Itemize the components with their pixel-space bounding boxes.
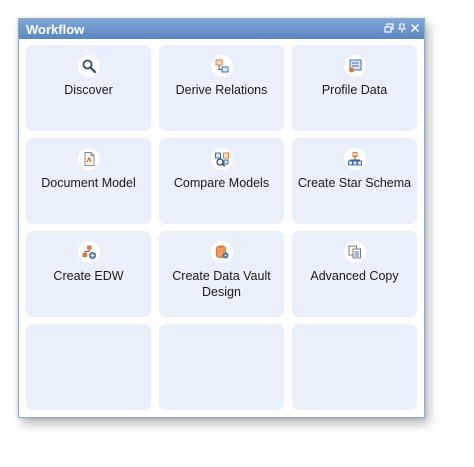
star-schema-icon	[344, 148, 366, 170]
restore-icon[interactable]	[384, 23, 394, 33]
workflow-panel: Workflow Discover Derive Relations Profi…	[18, 18, 425, 418]
create-edw-icon	[78, 241, 100, 263]
pin-icon[interactable]	[397, 23, 407, 33]
tile-label: Create Star Schema	[297, 176, 412, 190]
tile-discover[interactable]: Discover	[26, 45, 151, 131]
tile-label: Profile Data	[321, 83, 388, 97]
tile-create-edw[interactable]: Create EDW	[26, 231, 151, 317]
tile-label: Advanced Copy	[310, 269, 399, 283]
tile-label: Create EDW	[53, 269, 124, 283]
tile-label: Compare Models	[173, 176, 270, 190]
derive-relations-icon	[211, 55, 233, 77]
tile-create-data-vault-design[interactable]: Create Data Vault Design	[159, 231, 284, 317]
tile-compare-models[interactable]: Compare Models	[159, 138, 284, 224]
empty-tile	[159, 324, 284, 410]
advanced-copy-icon	[344, 241, 366, 263]
empty-tile	[26, 324, 151, 410]
tile-create-star-schema[interactable]: Create Star Schema	[292, 138, 417, 224]
search-icon	[78, 55, 100, 77]
tile-label: Document Model	[41, 176, 136, 190]
empty-tile	[292, 324, 417, 410]
tile-profile-data[interactable]: Profile Data	[292, 45, 417, 131]
document-model-icon	[78, 148, 100, 170]
data-vault-icon	[211, 241, 233, 263]
tile-label: Derive Relations	[175, 83, 268, 97]
tile-label: Create Data Vault Design	[172, 269, 271, 299]
panel-title: Workflow	[26, 22, 85, 37]
tile-document-model[interactable]: Document Model	[26, 138, 151, 224]
window-controls	[384, 23, 420, 33]
panel-titlebar[interactable]: Workflow	[19, 19, 424, 39]
tile-advanced-copy[interactable]: Advanced Copy	[292, 231, 417, 317]
tile-derive-relations[interactable]: Derive Relations	[159, 45, 284, 131]
profile-data-icon	[344, 55, 366, 77]
tile-label: Discover	[64, 83, 113, 97]
compare-models-icon	[211, 148, 233, 170]
close-icon[interactable]	[410, 23, 420, 33]
